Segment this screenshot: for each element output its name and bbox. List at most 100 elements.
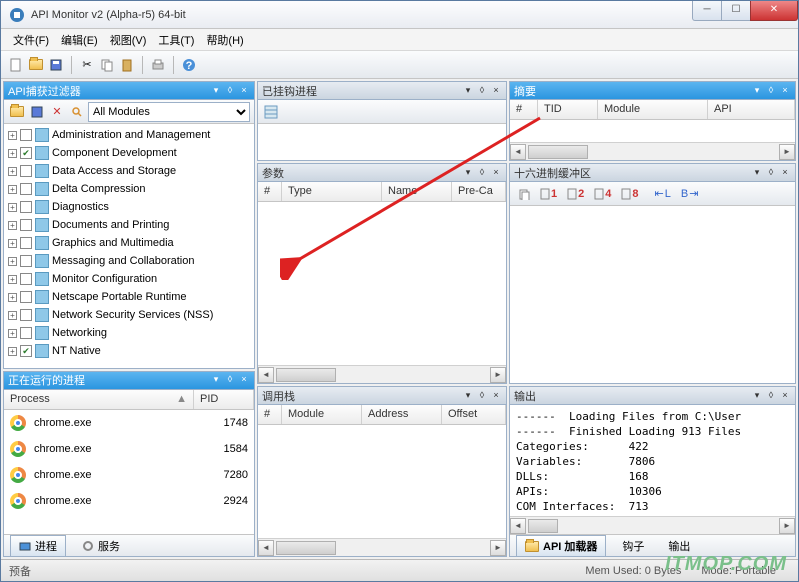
category-row[interactable]: + Monitor Configuration [4, 270, 254, 288]
pane-header-output[interactable]: 输出 ▾◊× [510, 387, 795, 405]
category-tree[interactable]: + Administration and Management+ Compone… [4, 124, 254, 368]
category-checkbox[interactable] [20, 129, 32, 141]
menu-view[interactable]: 视图(V) [104, 30, 153, 50]
open-folder-icon[interactable] [8, 103, 26, 121]
dropdown-icon[interactable]: ▾ [751, 85, 763, 97]
menu-tools[interactable]: 工具(T) [152, 30, 200, 50]
pane-header-params[interactable]: 参数 ▾◊× [258, 164, 506, 182]
pin-icon[interactable]: ◊ [476, 390, 488, 402]
cut-icon[interactable]: ✂ [78, 56, 96, 74]
open-icon[interactable] [27, 56, 45, 74]
minimize-button[interactable]: ─ [692, 1, 722, 21]
category-row[interactable]: + Netscape Portable Runtime [4, 288, 254, 306]
process-row[interactable]: chrome.exe 7280 [4, 462, 254, 488]
hscrollbar[interactable]: ◄► [510, 142, 795, 160]
dropdown-icon[interactable]: ▾ [462, 85, 474, 97]
tab-output[interactable]: 输出 [660, 536, 698, 556]
pin-icon[interactable]: ◊ [476, 167, 488, 179]
menu-edit[interactable]: 编辑(E) [55, 30, 104, 50]
category-checkbox[interactable] [20, 165, 32, 177]
col-module[interactable]: Module [282, 405, 362, 424]
dropdown-icon[interactable]: ▾ [210, 85, 222, 97]
hex-endian-le-icon[interactable]: ⇤L [651, 185, 675, 202]
category-row[interactable]: + Administration and Management [4, 126, 254, 144]
pane-header-callstack[interactable]: 调用栈 ▾◊× [258, 387, 506, 405]
col-offset[interactable]: Offset [442, 405, 506, 424]
hscrollbar[interactable]: ◄► [258, 538, 506, 556]
category-row[interactable]: + Documents and Printing [4, 216, 254, 234]
expand-icon[interactable]: + [8, 185, 17, 194]
expand-icon[interactable]: + [8, 311, 17, 320]
save-filter-icon[interactable] [28, 103, 46, 121]
find-icon[interactable] [68, 103, 86, 121]
hscrollbar[interactable]: ◄► [510, 516, 795, 534]
close-pane-icon[interactable]: × [490, 85, 502, 97]
expand-icon[interactable]: + [8, 203, 17, 212]
col-module[interactable]: Module [598, 100, 708, 119]
expand-icon[interactable]: + [8, 167, 17, 176]
pane-header-hex[interactable]: 十六进制缓冲区 ▾◊× [510, 164, 795, 182]
pane-header-hooked[interactable]: 已挂钩进程 ▾◊× [258, 82, 506, 100]
dropdown-icon[interactable]: ▾ [751, 390, 763, 402]
col-tid[interactable]: TID [538, 100, 598, 119]
pin-icon[interactable]: ◊ [476, 85, 488, 97]
category-checkbox[interactable] [20, 309, 32, 321]
pin-icon[interactable]: ◊ [765, 390, 777, 402]
maximize-button[interactable]: ☐ [721, 1, 751, 21]
expand-icon[interactable]: + [8, 131, 17, 140]
new-icon[interactable] [7, 56, 25, 74]
hex-width-4[interactable]: 4 [590, 186, 615, 202]
category-row[interactable]: + NT Native [4, 342, 254, 360]
tab-hook[interactable]: 钩子 [614, 536, 652, 556]
col-address[interactable]: Address [362, 405, 442, 424]
process-row[interactable]: chrome.exe 1748 [4, 410, 254, 436]
expand-icon[interactable]: + [8, 257, 17, 266]
close-pane-icon[interactable]: × [779, 167, 791, 179]
process-row[interactable]: chrome.exe 2924 [4, 488, 254, 514]
col-name[interactable]: Name [382, 182, 452, 201]
category-checkbox[interactable] [20, 273, 32, 285]
col-process[interactable]: Process ▲ [4, 390, 194, 409]
close-pane-icon[interactable]: × [238, 374, 250, 386]
col-preca[interactable]: Pre-Ca [452, 182, 506, 201]
category-row[interactable]: + Component Development [4, 144, 254, 162]
col-api[interactable]: API [708, 100, 795, 119]
pane-header-filter[interactable]: API捕获过滤器 ▾◊× [4, 82, 254, 100]
help-icon[interactable]: ? [180, 56, 198, 74]
close-pane-icon[interactable]: × [779, 85, 791, 97]
category-row[interactable]: + Networking [4, 324, 254, 342]
menu-file[interactable]: 文件(F) [7, 30, 55, 50]
print-icon[interactable] [149, 56, 167, 74]
col-index[interactable]: # [510, 100, 538, 119]
hex-copy-icon[interactable] [514, 186, 534, 202]
pin-icon[interactable]: ◊ [224, 374, 236, 386]
expand-icon[interactable]: + [8, 239, 17, 248]
col-index[interactable]: # [258, 182, 282, 201]
expand-icon[interactable]: + [8, 347, 17, 356]
pin-icon[interactable]: ◊ [765, 85, 777, 97]
tab-api-loader[interactable]: API 加载器 [516, 535, 606, 556]
save-icon[interactable] [47, 56, 65, 74]
category-checkbox[interactable] [20, 327, 32, 339]
category-checkbox[interactable] [20, 291, 32, 303]
dropdown-icon[interactable]: ▾ [462, 390, 474, 402]
pin-icon[interactable]: ◊ [224, 85, 236, 97]
dropdown-icon[interactable]: ▾ [751, 167, 763, 179]
col-index[interactable]: # [258, 405, 282, 424]
close-pane-icon[interactable]: × [779, 390, 791, 402]
tab-processes[interactable]: 进程 [10, 535, 66, 556]
category-row[interactable]: + Graphics and Multimedia [4, 234, 254, 252]
paste-icon[interactable] [118, 56, 136, 74]
hex-width-2[interactable]: 2 [563, 186, 588, 202]
expand-icon[interactable]: + [8, 275, 17, 284]
category-checkbox[interactable] [20, 201, 32, 213]
category-checkbox[interactable] [20, 183, 32, 195]
modules-dropdown[interactable]: All Modules [88, 102, 250, 122]
col-type[interactable]: Type [282, 182, 382, 201]
expand-icon[interactable]: + [8, 149, 17, 158]
category-checkbox[interactable] [20, 219, 32, 231]
menu-help[interactable]: 帮助(H) [200, 30, 249, 50]
hex-width-8[interactable]: 8 [617, 186, 642, 202]
category-checkbox[interactable] [20, 237, 32, 249]
expand-icon[interactable]: + [8, 293, 17, 302]
